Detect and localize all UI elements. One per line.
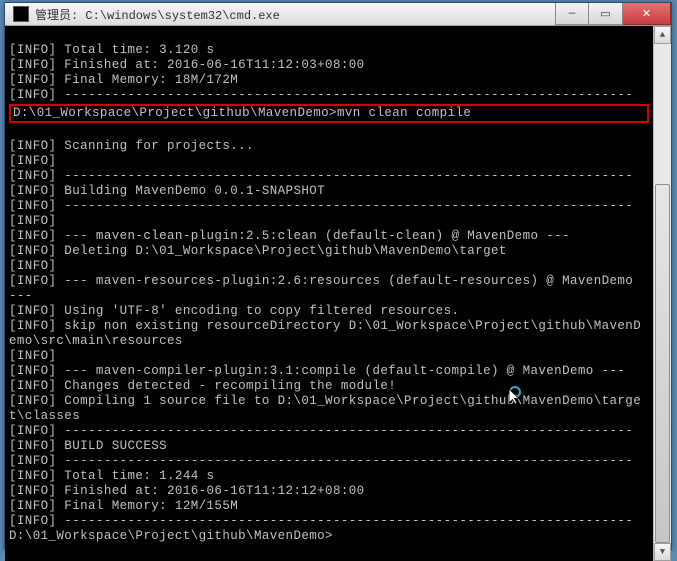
maximize-button[interactable]: ▭ <box>589 3 623 25</box>
output-line: [INFO] ---------------------------------… <box>9 424 633 438</box>
highlighted-command: D:\01_Workspace\Project\github\MavenDemo… <box>9 104 649 123</box>
cmd-icon <box>13 6 29 22</box>
output-line: [INFO] <box>9 154 56 168</box>
titlebar[interactable]: 管理员: C:\windows\system32\cmd.exe — ▭ ✕ <box>5 3 671 26</box>
output-line: [INFO] Finished at: 2016-06-16T11:12:03+… <box>9 58 365 72</box>
output-line: [INFO] Final Memory: 18M/172M <box>9 73 238 87</box>
scroll-track[interactable] <box>654 44 671 543</box>
output-line: [INFO] Finished at: 2016-06-16T11:12:12+… <box>9 484 365 498</box>
scroll-down-button[interactable]: ▼ <box>654 543 671 561</box>
window-title: 管理员: C:\windows\system32\cmd.exe <box>35 6 555 23</box>
scroll-up-button[interactable]: ▲ <box>654 26 671 44</box>
minimize-button[interactable]: — <box>555 3 589 25</box>
output-line: --- <box>9 289 33 303</box>
output-line: [INFO] Using 'UTF-8' encoding to copy fi… <box>9 304 459 318</box>
client-area: [INFO] Total time: 3.120 s [INFO] Finish… <box>5 26 671 561</box>
output-line: [INFO] ---------------------------------… <box>9 88 633 102</box>
output-line: emo\src\main\resources <box>9 334 183 348</box>
vertical-scrollbar[interactable]: ▲ ▼ <box>653 26 671 561</box>
scroll-thumb[interactable] <box>655 184 670 543</box>
close-button[interactable]: ✕ <box>623 3 671 25</box>
output-line: [INFO] --- maven-compiler-plugin:3.1:com… <box>9 364 625 378</box>
output-line: [INFO] Changes detected - recompiling th… <box>9 379 396 393</box>
output-line: [INFO] --- maven-resources-plugin:2.6:re… <box>9 274 633 288</box>
output-line: [INFO] skip non existing resourceDirecto… <box>9 319 641 333</box>
output-line: [INFO] BUILD SUCCESS <box>9 439 167 453</box>
output-line: t\classes <box>9 409 80 423</box>
command-text: mvn clean compile <box>337 106 471 120</box>
cmd-window: 管理员: C:\windows\system32\cmd.exe — ▭ ✕ [… <box>4 2 672 550</box>
prompt-line: D:\01_Workspace\Project\github\MavenDemo… <box>9 529 333 543</box>
output-line: [INFO] <box>9 214 56 228</box>
output-line: [INFO] ---------------------------------… <box>9 199 633 213</box>
output-line: [INFO] ---------------------------------… <box>9 514 633 528</box>
output-line: [INFO] Building MavenDemo 0.0.1-SNAPSHOT <box>9 184 325 198</box>
output-line: [INFO] Total time: 3.120 s <box>9 43 214 57</box>
output-line: [INFO] ---------------------------------… <box>9 169 633 183</box>
output-line: [INFO] Final Memory: 12M/155M <box>9 499 238 513</box>
window-buttons: — ▭ ✕ <box>555 3 671 25</box>
output-line: [INFO] ---------------------------------… <box>9 454 633 468</box>
terminal-output[interactable]: [INFO] Total time: 3.120 s [INFO] Finish… <box>5 26 653 561</box>
output-line: [INFO] Compiling 1 source file to D:\01_… <box>9 394 641 408</box>
output-line: [INFO] --- maven-clean-plugin:2.5:clean … <box>9 229 570 243</box>
prompt-text: D:\01_Workspace\Project\github\MavenDemo… <box>13 106 337 120</box>
output-line: [INFO] <box>9 259 56 273</box>
output-line: [INFO] <box>9 349 56 363</box>
output-line: [INFO] Total time: 1.244 s <box>9 469 214 483</box>
output-line: [INFO] Deleting D:\01_Workspace\Project\… <box>9 244 507 258</box>
output-line: [INFO] Scanning for projects... <box>9 139 254 153</box>
